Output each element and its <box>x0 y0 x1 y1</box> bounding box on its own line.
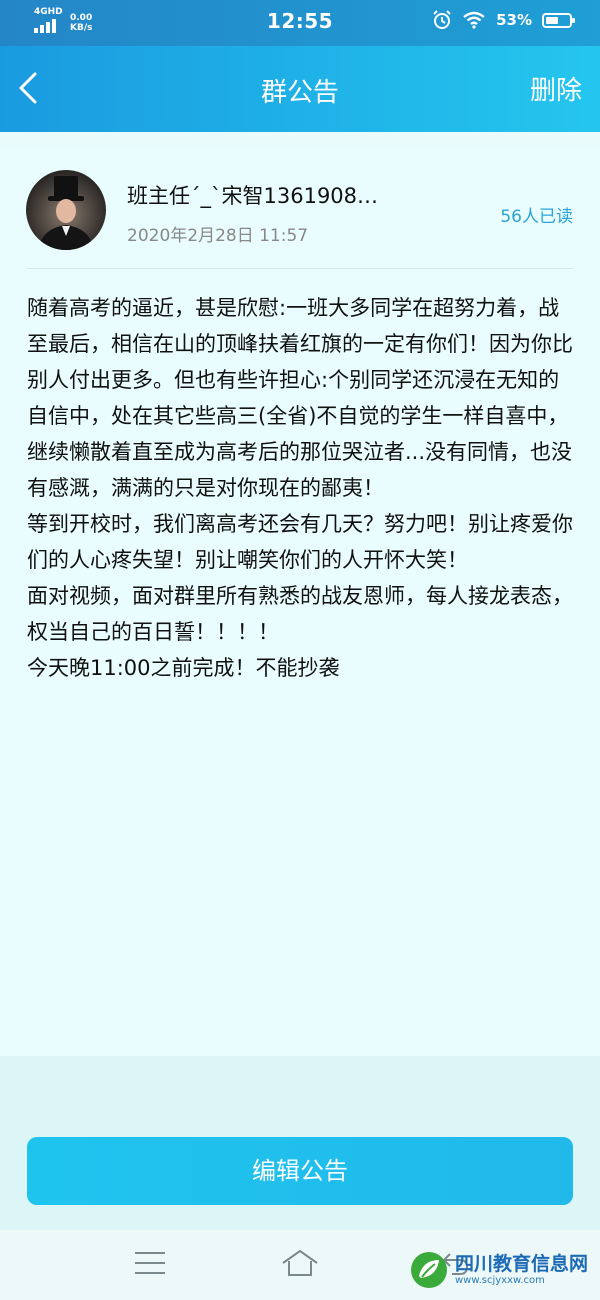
notice-card: 班主任´_`宋智1361908… 2020年2月28日 11:57 56人已读 … <box>0 150 600 1056</box>
home-icon[interactable] <box>280 1248 320 1278</box>
delete-button[interactable]: 删除 <box>530 70 582 107</box>
read-count[interactable]: 56人已读 <box>500 202 573 227</box>
watermark-text: 四川教育信息网 www.scjyxxw.com <box>455 1253 588 1287</box>
notice-paragraph: 等到开校时，我们离高考还会有几天？努力吧！别让疼爱你们的人心疼失望！别让嘲笑你们… <box>27 512 573 572</box>
battery-percent: 53% <box>496 11 532 29</box>
status-right: 53% <box>432 10 575 30</box>
status-bar: 4GHD 0.00 KB/s 12:55 53% <box>0 0 600 46</box>
edit-notice-button[interactable]: 编辑公告 <box>27 1137 573 1205</box>
notice-paragraph: 今天晚11:00之前完成！不能抄袭 <box>27 656 340 680</box>
notice-content: 随着高考的逼近，甚是欣慰:一班大多同学在超努力着，战至最后，相信在山的顶峰扶着红… <box>27 290 577 686</box>
avatar-portrait <box>38 176 94 250</box>
watermark-title: 四川教育信息网 <box>454 1253 588 1275</box>
notice-paragraph: 面对视频，面对群里所有熟悉的战友恩师，每人接龙表态，权当自己的百日誓！！！！ <box>27 584 573 644</box>
wifi-icon <box>463 11 485 29</box>
alarm-icon <box>433 10 451 29</box>
post-date: 2020年2月28日 11:57 <box>127 226 309 246</box>
author-name: 班主任´_`宋智1361908… <box>127 184 379 208</box>
divider <box>26 268 574 269</box>
watermark-logo-icon <box>410 1252 447 1288</box>
battery-fill <box>546 16 558 24</box>
page-title: 群公告 <box>260 78 339 108</box>
watermark-url: www.scjyxxw.com <box>454 1275 545 1286</box>
app-header: 群公告 删除 <box>0 46 600 132</box>
avatar[interactable] <box>26 170 106 250</box>
watermark: 四川教育信息网 www.scjyxxw.com <box>409 1250 588 1290</box>
menu-icon[interactable] <box>135 1252 165 1282</box>
notice-paragraph: 随着高考的逼近，甚是欣慰:一班大多同学在超努力着，战至最后，相信在山的顶峰扶着红… <box>27 296 573 500</box>
battery-icon <box>542 12 575 28</box>
